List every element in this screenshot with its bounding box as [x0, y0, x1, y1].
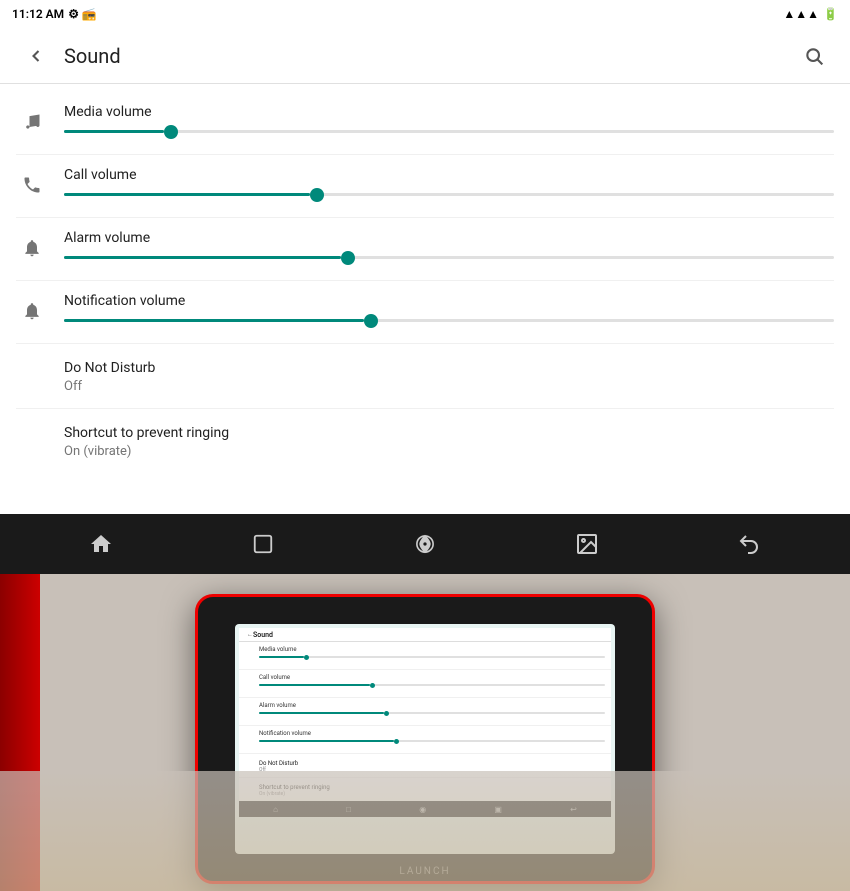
gallery-button[interactable]: [557, 519, 617, 569]
tablet-media-row: Media volume: [239, 642, 611, 670]
shortcut-ringing-subtitle: On (vibrate): [64, 444, 834, 459]
tablet-call-row: Call volume: [239, 670, 611, 698]
hand-area: [0, 771, 850, 891]
back-nav-button[interactable]: [719, 519, 779, 569]
call-slider-thumb: [310, 188, 324, 202]
do-not-disturb-item[interactable]: Do Not Disturb Off: [0, 344, 850, 408]
call-volume-controls: Call volume: [64, 167, 834, 196]
settings-content: Media volume Call volume: [0, 84, 850, 514]
media-slider-track[interactable]: [64, 130, 834, 133]
media-volume-label: Media volume: [64, 104, 834, 120]
alarm-slider-track[interactable]: [64, 256, 834, 259]
call-slider-track[interactable]: [64, 193, 834, 196]
notification-slider-thumb: [364, 314, 378, 328]
alarm-volume-controls: Alarm volume: [64, 230, 834, 259]
notification-volume-controls: Notification volume: [64, 293, 834, 322]
do-not-disturb-subtitle: Off: [64, 379, 834, 394]
alarm-icon: [16, 232, 48, 264]
media-volume-controls: Media volume: [64, 104, 834, 133]
media-slider-thumb: [164, 125, 178, 139]
tablet-media-track: [259, 656, 605, 658]
custom-button[interactable]: [395, 519, 455, 569]
bell-icon: [16, 295, 48, 327]
status-bar: 11:12 AM ⚙ 📻 ▲▲▲ 🔋: [0, 0, 850, 28]
tablet-alarm-row: Alarm volume: [239, 698, 611, 726]
alarm-slider-thumb: [341, 251, 355, 265]
media-slider-fill: [64, 130, 164, 133]
notification-volume-row: Notification volume: [0, 281, 850, 343]
time-display: 11:12 AM: [12, 7, 64, 21]
notification-volume-label: Notification volume: [64, 293, 834, 309]
wifi-icon: ▲▲▲: [783, 7, 819, 21]
tablet-alarm-track: [259, 712, 605, 714]
photo-area: ← Sound Media volume Call volume Alar: [0, 574, 850, 891]
call-slider-fill: [64, 193, 310, 196]
battery-icon: 🔋: [823, 7, 838, 21]
tablet-header: ← Sound: [239, 628, 611, 642]
media-volume-row: Media volume: [0, 92, 850, 154]
music-icon: [16, 106, 48, 138]
notification-slider-fill: [64, 319, 364, 322]
status-left: 11:12 AM ⚙ 📻: [12, 7, 97, 21]
shortcut-ringing-title: Shortcut to prevent ringing: [64, 425, 834, 441]
status-right: ▲▲▲ 🔋: [783, 7, 838, 21]
alarm-slider-fill: [64, 256, 341, 259]
do-not-disturb-title: Do Not Disturb: [64, 360, 834, 376]
call-volume-label: Call volume: [64, 167, 834, 183]
shortcut-ringing-item[interactable]: Shortcut to prevent ringing On (vibrate): [0, 409, 850, 473]
nav-bar: [0, 514, 850, 574]
recents-button[interactable]: [233, 519, 293, 569]
alarm-volume-row: Alarm volume: [0, 218, 850, 280]
phone-icon: [16, 169, 48, 201]
search-button[interactable]: [794, 36, 834, 76]
home-button[interactable]: [71, 519, 131, 569]
alarm-volume-label: Alarm volume: [64, 230, 834, 246]
call-volume-row: Call volume: [0, 155, 850, 217]
back-button[interactable]: [16, 36, 56, 76]
tablet-call-track: [259, 684, 605, 686]
notification-slider-track[interactable]: [64, 319, 834, 322]
tablet-notification-row: Notification volume: [239, 726, 611, 754]
app-header: Sound: [0, 28, 850, 84]
tablet-notification-track: [259, 740, 605, 742]
status-icons: ⚙ 📻: [68, 7, 97, 21]
page-title: Sound: [64, 44, 794, 68]
